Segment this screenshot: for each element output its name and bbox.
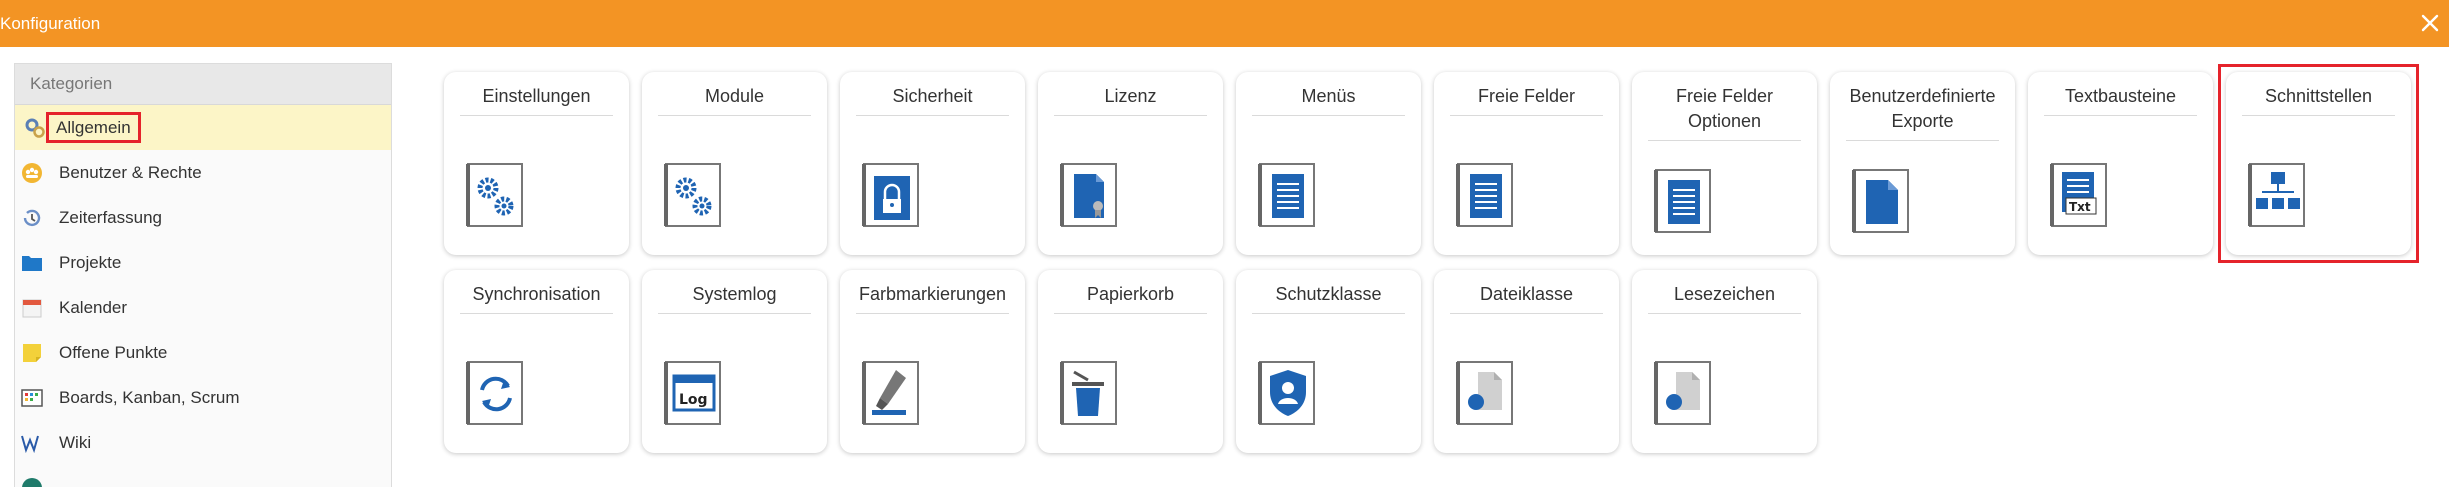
tile-label: Freie Felder Optionen xyxy=(1648,84,1801,141)
log-icon: Log xyxy=(664,361,721,425)
icon-text: Log xyxy=(679,392,708,408)
calendar-icon xyxy=(22,299,42,318)
wiki-icon xyxy=(21,435,39,454)
tile-label: Synchronisation xyxy=(460,282,613,314)
sidebar-item-label: Kalender xyxy=(59,298,128,317)
marker-icon xyxy=(862,361,919,425)
tile-einstellungen[interactable]: Einstellungen xyxy=(444,72,629,255)
tile-label: Sicherheit xyxy=(856,84,1009,116)
sidebar-item-zeiterfassung[interactable]: Zeiterfassung xyxy=(15,195,391,240)
tile-label: Schnittstellen xyxy=(2242,84,2395,116)
tile-label: Module xyxy=(658,84,811,116)
tile-dateiklasse[interactable]: Dateiklasse xyxy=(1434,270,1619,453)
list-document-icon xyxy=(1456,163,1513,227)
tile-module[interactable]: Module xyxy=(642,72,827,255)
sidebar-item-projekte[interactable]: Projekte xyxy=(15,240,391,285)
gears-icon xyxy=(466,163,523,227)
close-button[interactable] xyxy=(2419,12,2441,34)
sticky-note-icon xyxy=(23,344,41,362)
file-class-icon xyxy=(1456,361,1513,425)
tile-label: Menüs xyxy=(1252,84,1405,116)
sidebar-item-partial[interactable] xyxy=(15,465,391,487)
tile-label: Systemlog xyxy=(658,282,811,314)
license-document-icon xyxy=(1060,163,1117,227)
sidebar-header: Kategorien xyxy=(15,64,391,105)
sidebar-item-label: Zeiterfassung xyxy=(59,208,162,227)
tile-schnittstellen[interactable]: Schnittstellen xyxy=(2218,64,2419,263)
gear-wrench-icon xyxy=(25,118,45,138)
sidebar-item-allgemein[interactable]: Allgemein xyxy=(15,105,391,150)
window-title: Konfiguration xyxy=(0,14,101,33)
close-icon xyxy=(2421,14,2439,32)
kanban-board-icon xyxy=(21,389,43,407)
sync-icon xyxy=(466,361,523,425)
document-icon xyxy=(1852,169,1909,233)
tile-schutzklasse[interactable]: Schutzklasse xyxy=(1236,270,1421,453)
bookmark-file-icon xyxy=(1654,361,1711,425)
list-document-icon xyxy=(1258,163,1315,227)
tile-label: Benutzerdefinierte Exporte xyxy=(1846,84,1999,141)
title-bar: Konfiguration xyxy=(0,0,2449,47)
lock-icon xyxy=(862,163,919,227)
tile-freie-felder[interactable]: Freie Felder xyxy=(1434,72,1619,255)
category-sidebar: Kategorien Allgemein Benutzer & Rechte Z… xyxy=(14,63,392,487)
clock-history-icon xyxy=(23,209,41,227)
tile-label: Freie Felder xyxy=(1450,84,1603,116)
users-icon xyxy=(22,163,42,183)
tile-label: Dateiklasse xyxy=(1450,282,1603,314)
tile-systemlog[interactable]: Systemlog Log xyxy=(642,270,827,453)
list-document-icon xyxy=(1654,169,1711,233)
trash-icon xyxy=(1060,361,1117,425)
tile-label: Textbausteine xyxy=(2044,84,2197,116)
hierarchy-icon xyxy=(2248,163,2305,227)
icon-text: Txt xyxy=(2069,200,2091,214)
tile-lesezeichen[interactable]: Lesezeichen xyxy=(1632,270,1817,453)
tile-sicherheit[interactable]: Sicherheit xyxy=(840,72,1025,255)
tile-papierkorb[interactable]: Papierkorb xyxy=(1038,270,1223,453)
tile-freie-felder-optionen[interactable]: Freie Felder Optionen xyxy=(1632,72,1817,255)
shield-user-icon xyxy=(1258,361,1315,425)
tile-menues[interactable]: Menüs xyxy=(1236,72,1421,255)
sidebar-item-kalender[interactable]: Kalender xyxy=(15,285,391,330)
tile-label: Schutzklasse xyxy=(1252,282,1405,314)
tile-label: Papierkorb xyxy=(1054,282,1207,314)
text-document-icon: Txt xyxy=(2050,163,2107,227)
folder-icon xyxy=(22,256,42,271)
sidebar-item-label: Allgemein xyxy=(46,112,141,143)
sidebar-item-wiki[interactable]: Wiki xyxy=(15,420,391,465)
tile-label: Lizenz xyxy=(1054,84,1207,116)
sidebar-item-offene-punkte[interactable]: Offene Punkte xyxy=(15,330,391,375)
tile-textbausteine[interactable]: Textbausteine Txt xyxy=(2028,72,2213,255)
sidebar-item-label: Benutzer & Rechte xyxy=(59,163,202,182)
sidebar-item-label: Offene Punkte xyxy=(59,343,168,362)
tile-label: Farbmarkierungen xyxy=(856,282,1009,314)
sidebar-item-label: Wiki xyxy=(59,433,92,452)
tile-label: Lesezeichen xyxy=(1648,282,1801,314)
tile-label: Einstellungen xyxy=(460,84,613,116)
gears-icon xyxy=(664,163,721,227)
sidebar-item-boards[interactable]: Boards, Kanban, Scrum xyxy=(15,375,391,420)
tile-synchronisation[interactable]: Synchronisation xyxy=(444,270,629,453)
sidebar-item-label: Boards, Kanban, Scrum xyxy=(59,388,240,407)
sidebar-item-label: Projekte xyxy=(59,253,122,272)
tile-lizenz[interactable]: Lizenz xyxy=(1038,72,1223,255)
tile-benutzerdefinierte-exporte[interactable]: Benutzerdefinierte Exporte xyxy=(1830,72,2015,255)
tile-farbmarkierungen[interactable]: Farbmarkierungen xyxy=(840,270,1025,453)
sidebar-item-benutzer-rechte[interactable]: Benutzer & Rechte xyxy=(15,150,391,195)
